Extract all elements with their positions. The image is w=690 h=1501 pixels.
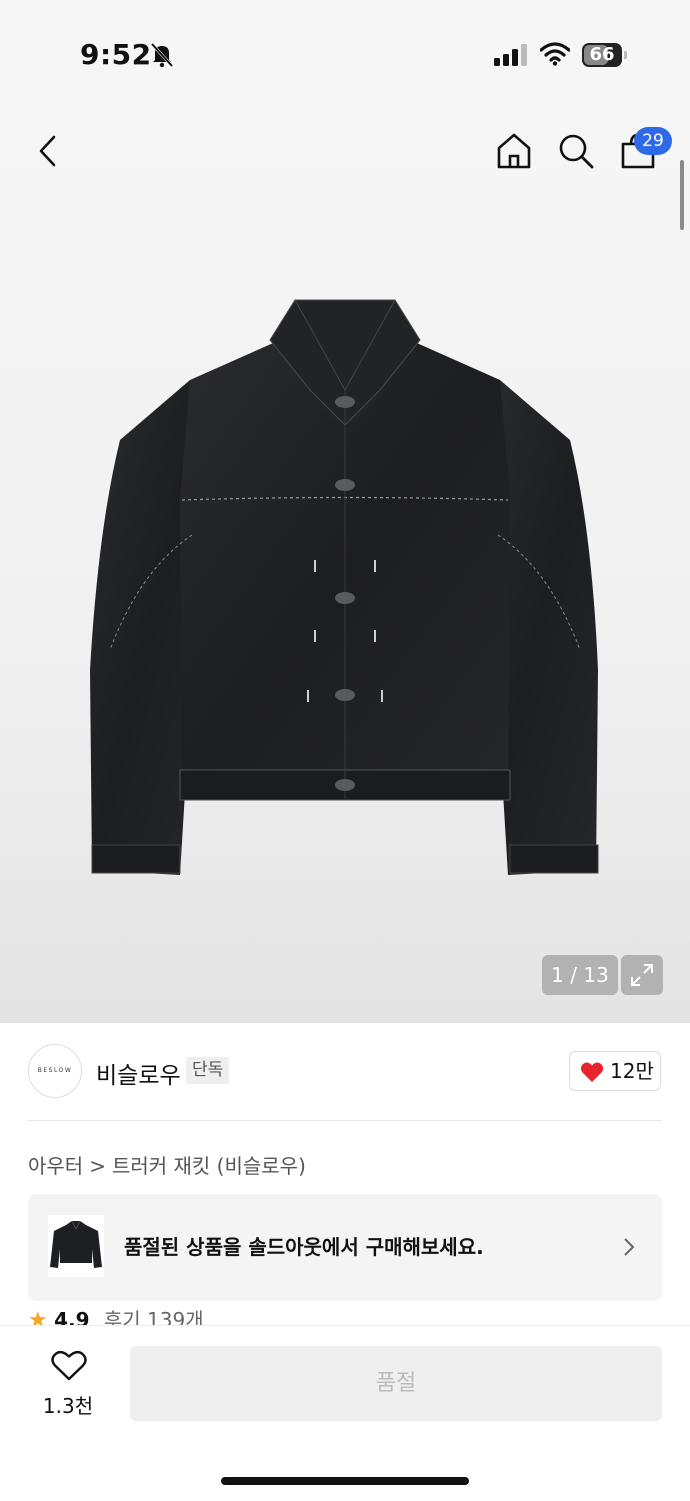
product-image-denim-jacket[interactable]: [80, 290, 610, 890]
rating-row[interactable]: ★ 4.9 후기 139개: [28, 1304, 204, 1326]
brand-logo-text: BESLOW: [37, 1067, 73, 1074]
wish-count: 1.3천: [42, 1394, 94, 1418]
expand-image-button[interactable]: [621, 955, 663, 995]
chevron-right-icon: [624, 1238, 635, 1256]
brand-logo[interactable]: BESLOW: [28, 1044, 82, 1098]
battery-icon: 66: [582, 43, 628, 67]
battery-percent: 66: [589, 44, 615, 65]
home-indicator: [221, 1477, 469, 1485]
product-thumbnail: [48, 1215, 104, 1277]
wifi-icon: [540, 42, 570, 66]
soldout-banner[interactable]: 품절된 상품을 솔드아웃에서 구매해보세요.: [28, 1194, 662, 1301]
back-icon[interactable]: [34, 134, 64, 168]
signal-icon: [494, 44, 527, 66]
home-icon[interactable]: [494, 131, 534, 171]
bottom-action-bar: 1.3천 품절: [0, 1325, 690, 1501]
divider: [28, 1120, 662, 1121]
search-icon[interactable]: [556, 131, 596, 171]
breadcrumb-category[interactable]: 아우터: [28, 1154, 83, 1178]
soldout-banner-text: 품절된 상품을 솔드아웃에서 구매해보세요.: [124, 1235, 484, 1259]
review-count[interactable]: 후기 139개: [104, 1308, 204, 1326]
brand-like-button[interactable]: 12만: [569, 1051, 661, 1091]
brand-like-count: 12만: [610, 1059, 654, 1083]
rating-score: 4.9: [54, 1308, 90, 1326]
breadcrumb: 아우터 > 트러커 재킷 (비슬로우): [28, 1150, 306, 1179]
cart-count-badge[interactable]: 29: [634, 127, 672, 155]
status-time: 9:52: [80, 38, 152, 71]
bell-slash-icon: [150, 42, 174, 68]
exclusive-badge: 단독: [186, 1057, 230, 1084]
heart-icon: [580, 1062, 604, 1082]
brand-name[interactable]: 비슬로우: [96, 1056, 181, 1090]
soldout-buy-button[interactable]: 품절: [130, 1346, 662, 1421]
image-counter: 1 / 13: [542, 955, 618, 995]
heart-outline-icon[interactable]: [51, 1350, 87, 1382]
star-icon: ★: [28, 1308, 48, 1326]
breadcrumb-product[interactable]: 트러커 재킷 (비슬로우): [112, 1154, 306, 1178]
breadcrumb-separator: >: [89, 1154, 106, 1178]
expand-icon: [631, 964, 653, 986]
scrollbar[interactable]: [680, 160, 684, 230]
